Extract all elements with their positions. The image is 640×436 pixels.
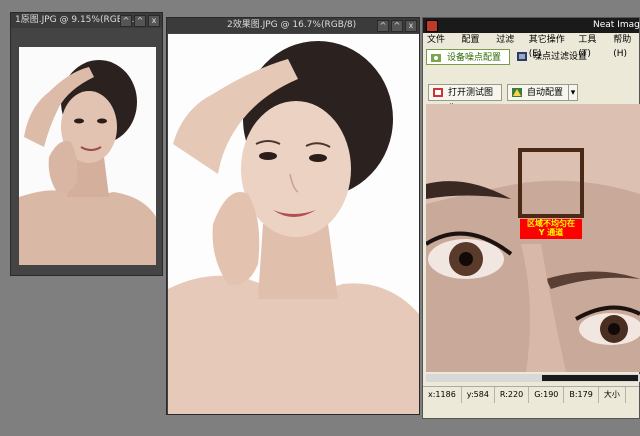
original-portrait-image xyxy=(19,47,156,265)
minimize-icon[interactable]: ^ xyxy=(377,20,389,32)
chevron-down-icon: ▾ xyxy=(570,88,576,98)
open-image-icon xyxy=(433,88,443,97)
neat-image-title: Neat Image xyxy=(593,20,639,30)
tab-device-noise-profile[interactable]: 设备噪点配置 xyxy=(426,49,510,65)
neat-image-window[interactable]: Neat Image 文件(F) 配置(P) 过滤(I) 其它操作(E) 工具(… xyxy=(422,17,640,419)
open-test-image-button[interactable]: 打开测试图像 xyxy=(428,84,502,114)
camera-icon xyxy=(431,54,441,62)
close-icon[interactable]: x xyxy=(405,20,417,32)
app-icon xyxy=(426,20,438,32)
result-image-canvas[interactable] xyxy=(168,34,419,414)
maximize-icon[interactable]: ^ xyxy=(391,20,403,32)
selection-warning-label: 区域不均匀在 Y 通道 xyxy=(520,219,582,239)
filter-icon xyxy=(517,52,527,61)
status-b: B:179 xyxy=(564,387,599,403)
menu-profile[interactable]: 配置(P) xyxy=(462,33,487,59)
auto-profile-icon xyxy=(512,88,522,97)
original-image-window[interactable]: 1原图.JPG @ 9.15%(RGB/... ^ ^ x xyxy=(10,12,163,276)
menu-tools[interactable]: 工具(T) xyxy=(578,33,603,59)
original-image-canvas[interactable] xyxy=(19,47,156,265)
result-image-window[interactable]: 2效果图.JPG @ 16.7%(RGB/8) ^ ^ x xyxy=(166,17,420,415)
menu-filter[interactable]: 过滤(I) xyxy=(496,33,519,59)
auto-profile-dropdown-button[interactable]: ▾ xyxy=(568,84,578,101)
menu-bar: 文件(F) 配置(P) 过滤(I) 其它操作(E) 工具(T) 帮助(H) xyxy=(423,33,639,59)
result-window-title: 2效果图.JPG @ 16.7%(RGB/8) xyxy=(227,20,357,30)
profile-toolbar: 打开测试图像 自动配置 ▾ xyxy=(423,84,639,114)
tab-noise-filter-settings[interactable]: 噪点过滤设置 xyxy=(513,49,593,65)
status-x: x:1186 xyxy=(423,387,462,403)
menu-help[interactable]: 帮助(H) xyxy=(613,33,639,59)
image-preview[interactable]: 区域不均匀在 Y 通道 xyxy=(426,104,640,372)
tab-strip: 设备噪点配置 噪点过滤设置 xyxy=(423,48,639,66)
status-bar: x:1186 y:584 R:220 G:190 B:179 大小 xyxy=(423,386,639,403)
close-icon[interactable]: x xyxy=(148,15,160,27)
neat-image-titlebar[interactable]: Neat Image xyxy=(423,18,639,33)
tab-noise-filter-label: 噪点过滤设置 xyxy=(533,52,588,62)
status-g: G:190 xyxy=(529,387,565,403)
minimize-icon[interactable]: ^ xyxy=(120,15,132,27)
menu-file[interactable]: 文件(F) xyxy=(427,33,452,59)
tab-device-noise-label: 设备噪点配置 xyxy=(447,53,502,63)
original-window-titlebar[interactable]: 1原图.JPG @ 9.15%(RGB/... ^ ^ x xyxy=(11,13,162,28)
status-r: R:220 xyxy=(495,387,530,403)
maximize-icon[interactable]: ^ xyxy=(134,15,146,27)
auto-profile-button[interactable]: 自动配置 xyxy=(507,84,569,101)
status-extra: 大小 xyxy=(599,387,626,403)
menu-other[interactable]: 其它操作(E) xyxy=(529,33,569,59)
horizontal-scrollbar[interactable] xyxy=(426,374,640,382)
scrollbar-thumb[interactable] xyxy=(542,375,638,381)
selection-rectangle[interactable] xyxy=(518,148,584,218)
status-y: y:584 xyxy=(462,387,495,403)
result-portrait-image xyxy=(168,34,419,414)
result-window-titlebar[interactable]: 2效果图.JPG @ 16.7%(RGB/8) ^ ^ x xyxy=(167,18,419,33)
original-window-title: 1原图.JPG @ 9.15%(RGB/... xyxy=(15,15,135,25)
